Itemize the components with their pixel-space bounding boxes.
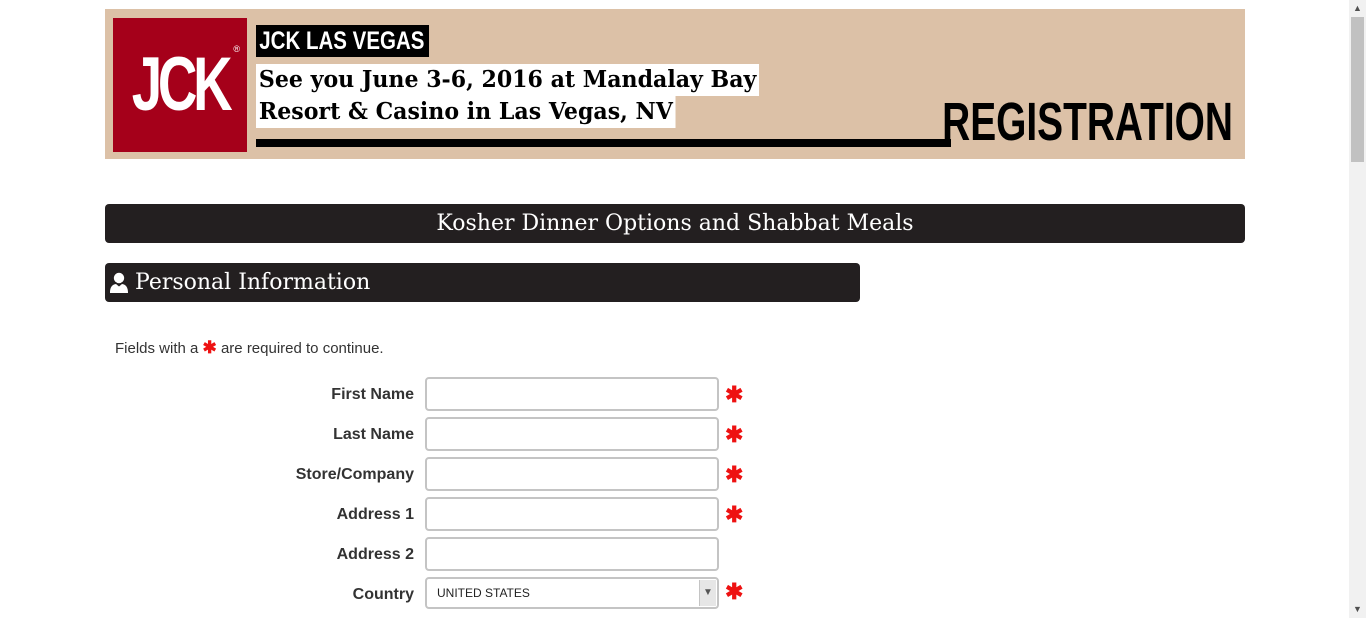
vertical-scrollbar[interactable]: ▲ ▼ [1349, 0, 1366, 618]
address-1-row: Address 1 ✱ [0, 497, 860, 533]
registration-page: JCK ® JCK LAS VEGAS See you June 3-6, 20… [0, 0, 1366, 618]
store-company-label: Store/Company [295, 466, 414, 483]
address-2-row: Address 2 [0, 537, 860, 573]
last-name-label: Last Name [333, 426, 414, 443]
logo-text: JCK [131, 42, 233, 127]
required-star-icon: ✱ [725, 502, 744, 527]
scrollbar-thumb[interactable] [1351, 17, 1364, 162]
address-1-label: Address 1 [336, 506, 414, 523]
address-2-input[interactable] [425, 537, 719, 571]
jck-logo[interactable]: JCK ® [113, 18, 247, 152]
event-title: JCK LAS VEGAS [256, 25, 430, 57]
last-name-row: Last Name ✱ [0, 417, 860, 453]
store-company-row: Store/Company ✱ [0, 457, 860, 493]
first-name-row: First Name ✱ [0, 377, 860, 413]
first-name-input[interactable] [425, 377, 719, 411]
required-star-icon: ✱ [725, 579, 744, 604]
registered-mark: ® [233, 44, 240, 54]
section-title-bar: Kosher Dinner Options and Shabbat Meals [105, 204, 1245, 243]
required-star-icon: ✱ [202, 338, 217, 357]
last-name-input[interactable] [425, 417, 719, 451]
scroll-up-arrow-icon[interactable]: ▲ [1349, 0, 1366, 17]
header-banner: JCK ® JCK LAS VEGAS See you June 3-6, 20… [105, 9, 1245, 159]
chevron-down-icon[interactable]: ▼ [699, 580, 716, 606]
required-star-icon: ✱ [725, 422, 744, 447]
personal-information-title: Personal Information [135, 270, 371, 295]
store-company-input[interactable] [425, 457, 719, 491]
banner-divider [256, 139, 951, 147]
registration-heading: REGISTRATION [942, 92, 1233, 152]
country-label: Country [352, 586, 414, 603]
event-location-line: Resort & Casino in Las Vegas, NV [256, 96, 676, 128]
event-date-line: See you June 3-6, 2016 at Mandalay Bay [256, 64, 760, 96]
section-title: Kosher Dinner Options and Shabbat Meals [436, 211, 914, 236]
country-select[interactable]: UNITED STATES ▼ [425, 577, 719, 609]
first-name-label: First Name [331, 386, 414, 403]
required-star-icon: ✱ [725, 462, 744, 487]
scroll-down-arrow-icon[interactable]: ▼ [1349, 601, 1366, 618]
required-note-prefix: Fields with a [115, 340, 199, 357]
required-fields-note: Fields with a ✱ are required to continue… [115, 338, 384, 358]
address-1-input[interactable] [425, 497, 719, 531]
required-star-icon: ✱ [725, 382, 744, 407]
country-selected-value: UNITED STATES [437, 586, 530, 600]
country-row: Country UNITED STATES ▼ ✱ [0, 577, 860, 613]
personal-information-bar: Personal Information [105, 263, 860, 302]
required-note-suffix: are required to continue. [220, 340, 384, 357]
user-icon [110, 272, 128, 293]
address-2-label: Address 2 [336, 546, 414, 563]
